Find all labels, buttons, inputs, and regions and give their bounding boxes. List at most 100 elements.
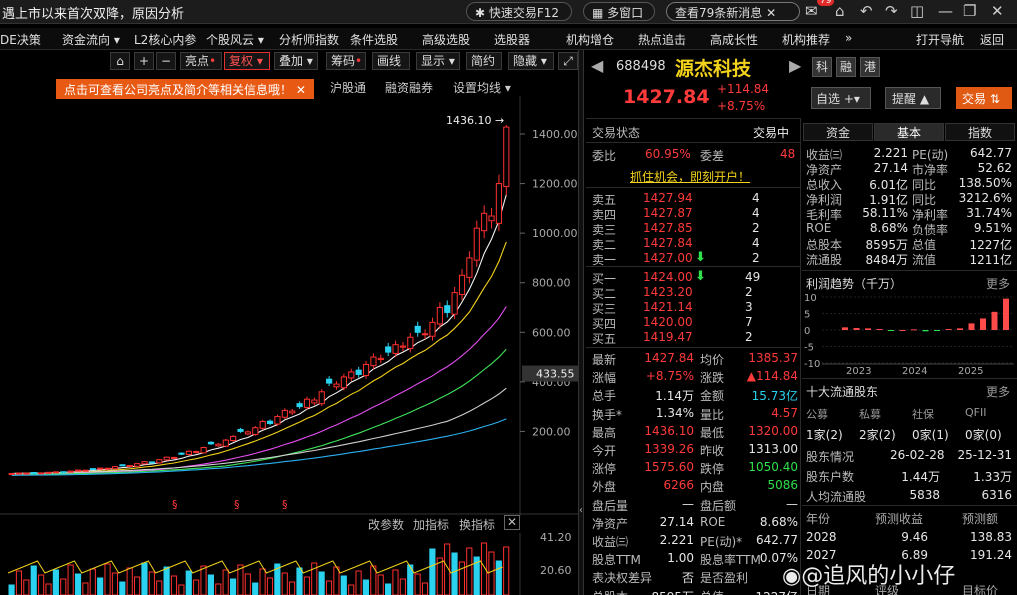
redo-icon[interactable]: ↷	[885, 2, 898, 20]
event-mark[interactable]: §	[282, 498, 288, 511]
volume-bar	[8, 584, 15, 595]
quick-trade-button[interactable]: ✱ 快速交易F12	[466, 2, 572, 21]
trade-button[interactable]: 交易 ⇅	[956, 87, 1012, 109]
restore-icon[interactable]: ❐	[963, 2, 976, 20]
volume-bar	[348, 584, 355, 595]
nav-item-4[interactable]: 分析师指数	[279, 31, 339, 48]
ma-settings-link[interactable]: 设置均线 ▾	[453, 79, 511, 96]
display-button[interactable]: 显示 ▾	[416, 52, 460, 70]
hgt-link[interactable]: 沪股通	[330, 79, 366, 96]
profit-more-link[interactable]: 更多	[986, 275, 1010, 292]
nav-item-13[interactable]: 打开导航	[916, 31, 964, 48]
fullscreen-icon[interactable]: ⤢	[558, 52, 578, 70]
fund-value: 31.74%	[966, 206, 1012, 220]
nav-item-14[interactable]: 返回	[980, 31, 1004, 48]
stock-tag-2[interactable]: 港	[860, 57, 880, 77]
tooltip-text: 点击可查看公司亮点及简介等相关信息哦！	[64, 83, 293, 97]
close-indicator-icon[interactable]: ✕	[504, 515, 521, 530]
stat-label: 股息TTM	[592, 553, 641, 568]
zoom-out-button[interactable]: −	[156, 52, 176, 70]
nav-item-1[interactable]: 资金流向 ▾	[62, 31, 120, 48]
home-icon[interactable]: ⌂	[835, 2, 845, 20]
fund-value: 1211亿	[969, 253, 1012, 267]
edit-param-link[interactable]: 改参数	[368, 516, 404, 533]
zoom-in-button[interactable]: +	[134, 52, 154, 70]
chips-button[interactable]: 筹码•	[326, 52, 366, 70]
news-headline[interactable]: 遇上市以来首次双降，原因分析	[2, 3, 184, 22]
price-tick: 1200.00	[532, 178, 578, 191]
nav-item-6[interactable]: 高级选股	[422, 31, 470, 48]
tab-2[interactable]: 指数	[945, 123, 1015, 141]
nav-item-11[interactable]: 机构推荐	[782, 31, 830, 48]
mail-icon[interactable]: ✉	[805, 2, 818, 20]
close-window-icon[interactable]: ✕	[991, 2, 1004, 20]
profit-bar	[934, 330, 940, 331]
holders-more-link[interactable]: 更多	[986, 383, 1010, 400]
event-mark[interactable]: §	[172, 498, 178, 511]
nav-item-3[interactable]: 个股风云 ▾	[206, 31, 264, 48]
add-indicator-link[interactable]: 加指标	[413, 516, 449, 533]
stat-label: 收益㈢	[592, 535, 629, 549]
stock-tag-0[interactable]: 科	[812, 57, 832, 77]
simple-button[interactable]: 简约	[466, 52, 502, 70]
stat-value: 5086	[767, 478, 798, 493]
draw-line-button[interactable]: 画线	[372, 52, 410, 70]
next-stock-icon[interactable]: ▶	[789, 56, 801, 75]
multi-window-button[interactable]: ▦ 多窗口	[583, 2, 655, 21]
kline-chart[interactable]: 1400.001200.001000.00800.00600.00400.002…	[0, 96, 578, 516]
volume-chart[interactable]: 41.20 20.60	[0, 533, 578, 595]
switch-indicator-link[interactable]: 换指标	[459, 516, 495, 533]
volume-bar	[229, 578, 237, 595]
nav-item-8[interactable]: 机构增仓	[566, 31, 614, 48]
profit-bar	[911, 329, 917, 331]
nav-item-9[interactable]: 热点追击	[638, 31, 686, 48]
hide-button[interactable]: 隐藏 ▾	[508, 52, 554, 70]
collapse-arrow-icon[interactable]: ‹	[579, 505, 583, 516]
skin-icon[interactable]: ◫	[910, 2, 924, 20]
price-tick: 800.00	[532, 277, 571, 290]
close-icon[interactable]: ✕	[766, 6, 776, 20]
lock-icon[interactable]: ⌂	[110, 52, 130, 70]
nav-item-2[interactable]: L2核心内参	[134, 31, 196, 48]
profit-bar	[980, 318, 986, 330]
stat-value: 8.68%	[759, 514, 798, 529]
margin-link[interactable]: 融资融券	[385, 79, 433, 96]
tab-1[interactable]: 基本	[874, 123, 944, 141]
candle-body	[362, 364, 370, 376]
volume-bar	[67, 564, 74, 595]
ask-volume: 4	[752, 191, 760, 205]
highlight-button[interactable]: 亮点•	[180, 52, 222, 70]
forecast-header: 年份	[806, 512, 831, 526]
highlight-label: 亮点	[185, 54, 210, 68]
stock-tag-1[interactable]: 融	[836, 57, 856, 77]
news-button[interactable]: 查看79条新消息 ✕	[666, 2, 800, 21]
nav-item-10[interactable]: 高成长性	[710, 31, 758, 48]
tab-0[interactable]: 资金	[803, 123, 873, 141]
restore-rights-button[interactable]: 复权 ▾	[224, 52, 270, 70]
fund-value: 8484万	[865, 253, 908, 267]
candle-body	[119, 464, 126, 467]
candle-body	[141, 461, 148, 465]
overlay-button[interactable]: 叠加 ▾	[274, 52, 318, 70]
nav-item-0[interactable]: DE决策	[0, 31, 41, 48]
nav-item-5[interactable]: 条件选股	[350, 31, 398, 48]
ask-price: 1427.94	[643, 191, 693, 205]
candle-body	[318, 391, 325, 405]
nav-item-7[interactable]: 选股器	[494, 31, 530, 48]
prev-stock-icon[interactable]: ◀	[591, 56, 603, 75]
alert-button[interactable]: 提醒 ▲	[885, 87, 941, 109]
close-icon[interactable]: ✕	[296, 83, 306, 97]
volume-bar	[399, 578, 406, 595]
profit-bar	[945, 329, 952, 331]
event-mark[interactable]: §	[234, 498, 240, 511]
candle-body	[281, 409, 288, 418]
candle-body	[148, 461, 156, 464]
undo-icon[interactable]: ↶	[860, 2, 873, 20]
holder-count: 0家(0)	[965, 428, 1002, 442]
minimize-icon[interactable]: —	[938, 2, 953, 20]
nav-item-12[interactable]: »	[845, 31, 852, 45]
stat-value: 8595万	[640, 588, 694, 595]
watchlist-button[interactable]: 自选 +▾	[811, 87, 871, 109]
candle-body	[333, 383, 340, 388]
open-account-link[interactable]: 抓住机会，即刻开户！	[630, 168, 750, 185]
